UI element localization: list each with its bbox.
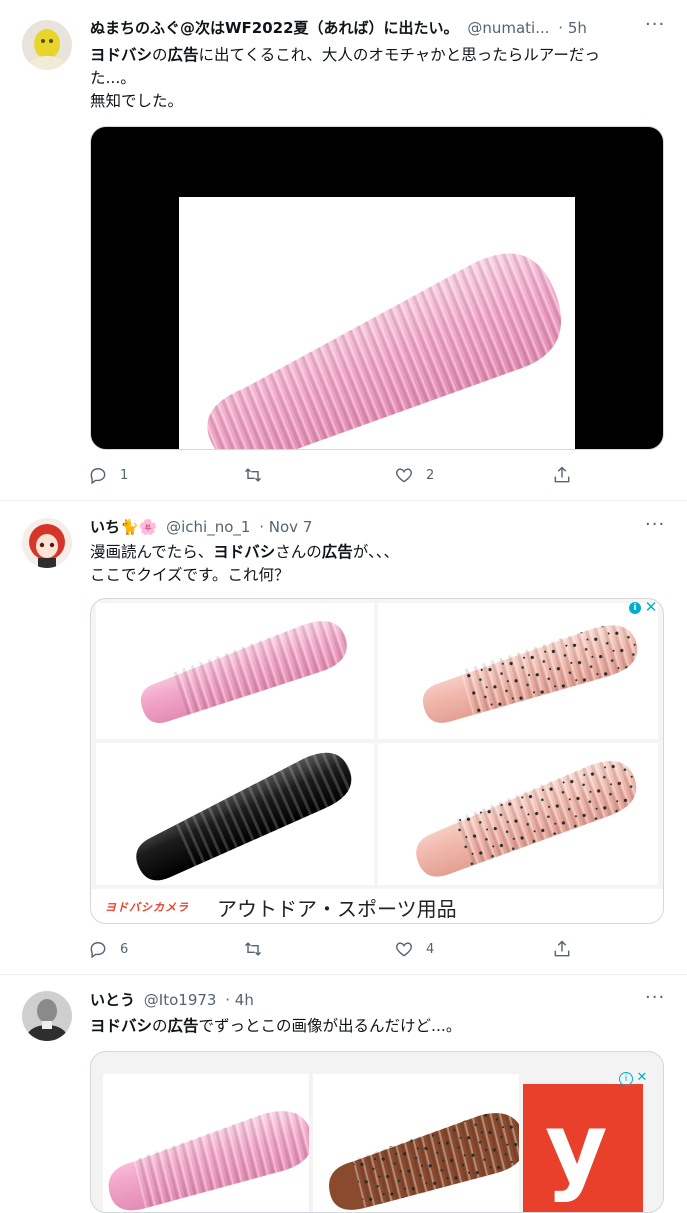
timestamp[interactable]: · 4h — [225, 991, 254, 1009]
avatar[interactable] — [22, 20, 72, 70]
handle[interactable]: @ichi_no_1 — [166, 518, 250, 536]
highlight-text: 広告 — [167, 1017, 199, 1035]
like-count: 2 — [426, 467, 435, 483]
share-icon — [554, 940, 570, 957]
ad-cell-salmon-2 — [378, 743, 658, 885]
ad-brand-logo: ヨドバシカメラ — [105, 901, 189, 914]
tweet-image[interactable]: ヨドバシカメラ アウトドア・スポーツ用品 i ✕ — [90, 598, 664, 924]
text-fragment: さんの — [275, 543, 322, 561]
text-line: 無知でした。 — [90, 92, 184, 110]
retweet-button[interactable] — [243, 938, 263, 960]
retweet-icon — [244, 942, 262, 956]
ad-cell-brown — [313, 1074, 525, 1212]
retweet-button[interactable] — [243, 464, 263, 486]
handle[interactable]: @Ito1973 — [144, 991, 217, 1009]
ad-close-icon[interactable]: ✕ — [644, 599, 658, 615]
text-line: た...。 — [90, 69, 136, 87]
tweet-image[interactable] — [90, 126, 664, 450]
yodobashi-logo: y — [523, 1084, 643, 1212]
ad-cell-black — [96, 743, 374, 885]
ad-footer: ヨドバシカメラ アウトドア・スポーツ用品 — [91, 889, 663, 923]
reply-count: 1 — [120, 467, 129, 483]
tweet-text: ヨドバシの広告でずっとこの画像が出るんだけど...。 — [90, 1015, 665, 1038]
ad-close-icon[interactable]: ✕ — [635, 1070, 649, 1086]
tweet[interactable]: いとう @Ito1973 · 4h ··· ヨドバシの広告でずっとこの画像が出る… — [0, 975, 687, 1213]
retweet-icon — [244, 468, 262, 482]
like-button[interactable]: 4 — [394, 938, 434, 960]
ad-caption: アウトドア・スポーツ用品 — [217, 897, 457, 921]
highlight-text: 広告 — [321, 543, 353, 561]
tweet-text: ヨドバシの広告に出てくるこれ、大人のオモチャかと思ったらルアーだっ た...。 … — [90, 44, 665, 113]
timestamp[interactable]: · Nov 7 — [259, 518, 312, 536]
highlight-text: ヨドバシ — [213, 543, 276, 561]
like-icon — [396, 942, 412, 957]
highlight-text: ヨドバシ — [90, 46, 153, 64]
ad-info-icon[interactable]: i — [619, 1072, 633, 1086]
reply-button[interactable]: 6 — [88, 938, 128, 960]
reply-button[interactable]: 1 — [88, 464, 128, 486]
tweet[interactable]: ぬまちのふぐ@次はWF2022夏（あれば）に出たい。 @numati... · … — [0, 0, 687, 501]
text-fragment: が、、、 — [352, 543, 399, 561]
tweet-text: 漫画読んでたら、ヨドバシさんの広告が、、、 ここでクイズです。これ何？ — [90, 541, 665, 587]
display-name[interactable]: いとう — [90, 991, 135, 1009]
share-icon — [554, 466, 570, 483]
highlight-text: 広告 — [167, 46, 199, 64]
image-white-panel — [179, 197, 575, 449]
ad-info-icon[interactable]: i — [629, 602, 641, 614]
reply-icon — [90, 942, 106, 959]
text-fragment: 漫画読んでたら、 — [90, 543, 214, 561]
ad-cell-pink — [103, 1074, 313, 1212]
like-icon — [396, 468, 412, 483]
display-name[interactable]: いち🐈🌸 — [90, 518, 157, 536]
tweet-header: いとう @Ito1973 · 4h — [90, 990, 254, 1010]
text-fragment: の — [152, 1017, 168, 1035]
text-line: ここでクイズです。これ何？ — [90, 566, 290, 584]
share-button[interactable] — [552, 464, 572, 486]
text-fragment: に出てくるこれ、大人のオモチャかと思ったらルアーだっ — [198, 46, 600, 64]
reply-count: 6 — [120, 941, 129, 957]
timestamp[interactable]: · 5h — [558, 19, 587, 37]
tweet-image[interactable]: y i ✕ — [90, 1051, 664, 1213]
handle[interactable]: @numati... — [467, 19, 549, 37]
display-name[interactable]: ぬまちのふぐ@次はWF2022夏（あれば）に出たい。 — [90, 19, 459, 37]
tweet-header: ぬまちのふぐ@次はWF2022夏（あれば）に出たい。 @numati... · … — [90, 18, 587, 38]
avatar[interactable] — [22, 518, 72, 568]
lure-image — [207, 253, 562, 449]
ad-cell-salmon — [378, 603, 658, 739]
yodobashi-logo-letter: y — [545, 1092, 608, 1204]
tweet-actions: 6 4 — [88, 938, 578, 960]
avatar[interactable] — [22, 991, 72, 1041]
reply-icon — [90, 468, 106, 485]
like-button[interactable]: 2 — [394, 464, 434, 486]
tweet-header: いち🐈🌸 @ichi_no_1 · Nov 7 — [90, 517, 312, 537]
tweet-actions: 1 2 — [88, 464, 578, 486]
text-fragment: でずっとこの画像が出るんだけど...。 — [198, 1017, 462, 1035]
text-fragment: の — [152, 46, 168, 64]
like-count: 4 — [426, 941, 435, 957]
more-icon[interactable]: ··· — [645, 989, 665, 1011]
ad-cell-pink — [96, 603, 374, 739]
tweet[interactable]: いち🐈🌸 @ichi_no_1 · Nov 7 ··· 漫画読んでたら、ヨドバシ… — [0, 501, 687, 975]
share-button[interactable] — [552, 938, 572, 960]
timeline: ぬまちのふぐ@次はWF2022夏（あれば）に出たい。 @numati... · … — [0, 0, 687, 1213]
more-icon[interactable]: ··· — [645, 16, 665, 38]
more-icon[interactable]: ··· — [645, 516, 665, 538]
highlight-text: ヨドバシ — [90, 1017, 153, 1035]
